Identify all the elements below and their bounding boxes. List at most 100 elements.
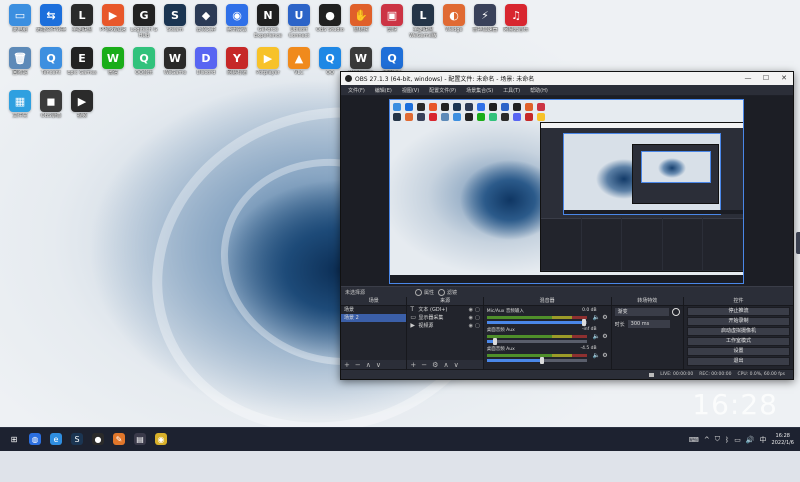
nested-taskbar [564,210,743,214]
menu-view[interactable]: 视图(V) [397,87,424,94]
source-item-text[interactable]: T 文本 (GDI+) ◉ ▢ [407,306,482,314]
app-icon: D [195,47,217,69]
volume-slider[interactable] [486,357,587,364]
remove-source-icon[interactable]: − [421,361,427,369]
app-dark-icon: ▤ [134,433,146,445]
virtual-camera-button[interactable]: 启动虚拟摄像机 [686,327,791,336]
app-icon: ▭ [9,4,31,26]
mixer-dock-header: 混音器 [483,297,611,306]
preview-icon [393,113,401,121]
studio-mode-button[interactable]: 工作室模式 [686,337,791,346]
volume-icon[interactable]: 🔊 [746,436,755,444]
duration-input[interactable]: 300 ms [627,320,670,328]
taskbar-clock[interactable]: 16:28 2022/1/6 [772,433,794,447]
filters-button[interactable]: 滤镜 [438,288,457,296]
move-down-icon[interactable]: ∨ [376,361,381,369]
transition-type-select[interactable]: 渐变 [614,308,669,316]
bluetooth-icon[interactable]: ᛒ [725,436,729,444]
preview-icon [489,103,497,111]
properties-button[interactable]: 属性 [415,288,434,296]
source-item-video[interactable]: ▶ 视频源 ◉ ▢ [407,322,482,330]
taskbar-app-orange[interactable]: ✎ [111,431,127,447]
taskbar-app-yellow[interactable]: ◉ [153,431,169,447]
speaker-icon[interactable]: 🔈 [593,333,600,340]
menu-tools[interactable]: 工具(T) [498,87,525,94]
preview-icon [501,113,509,121]
scene-item-selected[interactable]: 场景 2 [341,314,407,322]
exit-button[interactable]: 退出 [686,357,791,366]
nested-preview [563,133,743,215]
app-icon: G [133,4,155,26]
source-item-display[interactable]: ▭ 显示器采集 ◉ ▢ [407,314,482,322]
network-icon[interactable]: ▭ [734,436,741,444]
eye-icon[interactable]: ◉ [469,307,473,313]
preview-icon [393,103,401,111]
move-up-icon[interactable]: ∧ [366,361,371,369]
desktop-icon[interactable]: ♫ 网易云音乐 [498,4,534,39]
ime-icon[interactable]: 中 [760,435,767,445]
lock-icon[interactable]: ▢ [475,307,480,313]
move-up-icon[interactable]: ∧ [443,361,448,369]
gear-icon[interactable]: ⚙ [432,361,438,369]
app-icon: ● [319,4,341,26]
speaker-icon[interactable]: 🔈 [593,314,600,321]
taskbar-browser[interactable]: e [48,431,64,447]
add-transition-icon[interactable] [671,308,680,316]
sources-dock: 来源 T 文本 (GDI+) ◉ ▢ ▭ 显示器采集 ◉ ▢ ▶ 视频源 ◉ ▢ + … [407,297,484,369]
preview-icon [513,103,521,111]
lock-icon[interactable]: ▢ [475,323,480,329]
menu-profile[interactable]: 配置文件(P) [424,87,461,94]
app-icon: ▦ [9,90,31,112]
eye-icon[interactable]: ◉ [469,315,473,321]
obs-titlebar[interactable]: OBS 27.1.3 (64-bit, windows) - 配置文件: 未命名… [341,72,793,85]
menu-scene-collection[interactable]: 场景集合(S) [461,87,498,94]
menu-edit[interactable]: 编辑(E) [370,87,397,94]
chevron-up-icon[interactable]: ^ [704,436,710,444]
start-recording-button[interactable]: 开始录制 [686,317,791,326]
keyboard-icon[interactable]: ⌨ [689,436,699,444]
eye-icon[interactable]: ◉ [469,323,473,329]
gear-icon[interactable]: ⚙ [602,333,607,340]
gear-icon[interactable]: ⚙ [602,314,607,321]
taskbar-start-button[interactable]: ⊞ [6,431,22,447]
slider-handle[interactable] [539,357,544,364]
scene-item[interactable]: 场景 [341,306,406,314]
taskbar-search[interactable]: ◍ [27,431,43,447]
preview-canvas[interactable] [389,99,744,284]
taskbar-obs[interactable]: ● [90,431,106,447]
add-scene-icon[interactable]: + [344,361,350,369]
taskbar-app-dark[interactable]: ▤ [132,431,148,447]
preview-icon [405,103,413,111]
preview-icon [525,113,533,121]
speaker-icon[interactable]: 🔈 [593,352,600,359]
gear-icon[interactable]: ⚙ [602,352,607,359]
volume-slider[interactable] [486,319,587,326]
nested-docks [541,218,743,270]
volume-slider[interactable] [486,338,587,345]
add-source-icon[interactable]: + [410,361,416,369]
app-orange-icon: ✎ [113,433,125,445]
minimize-icon[interactable]: — [739,72,757,85]
nested-obs-window [540,122,743,272]
taskbar-steam[interactable]: S [69,431,85,447]
preview-icon [405,113,413,121]
lock-icon[interactable]: ▢ [475,315,480,321]
obs-window-title: OBS 27.1.3 (64-bit, windows) - 配置文件: 未命名… [355,76,535,83]
remove-scene-icon[interactable]: − [355,361,361,369]
desktop-clock: 16:28 [692,388,778,421]
obs-window[interactable]: OBS 27.1.3 (64-bit, windows) - 配置文件: 未命名… [340,71,794,380]
search-icon: ◍ [29,433,41,445]
shield-icon[interactable]: ⛉ [715,435,720,444]
preview-icon [465,103,473,111]
side-panel-handle[interactable] [796,232,800,254]
desktop-icon[interactable]: ▶ 视频 [64,90,100,125]
system-tray: ⌨ ^ ⛉ ᛒ ▭ 🔊 中 16:28 2022/1/6 [689,428,794,451]
move-down-icon[interactable]: ∨ [454,361,459,369]
source-toolbar: 未选择源 属性 滤镜 [341,286,793,297]
menu-help[interactable]: 帮助(H) [525,87,553,94]
maximize-icon[interactable]: ☐ [757,72,775,85]
settings-button[interactable]: 设置 [686,347,791,356]
stop-streaming-button[interactable]: 停止推流 [686,307,791,316]
menu-file[interactable]: 文件(F) [343,87,370,94]
close-icon[interactable]: ✕ [775,72,793,85]
